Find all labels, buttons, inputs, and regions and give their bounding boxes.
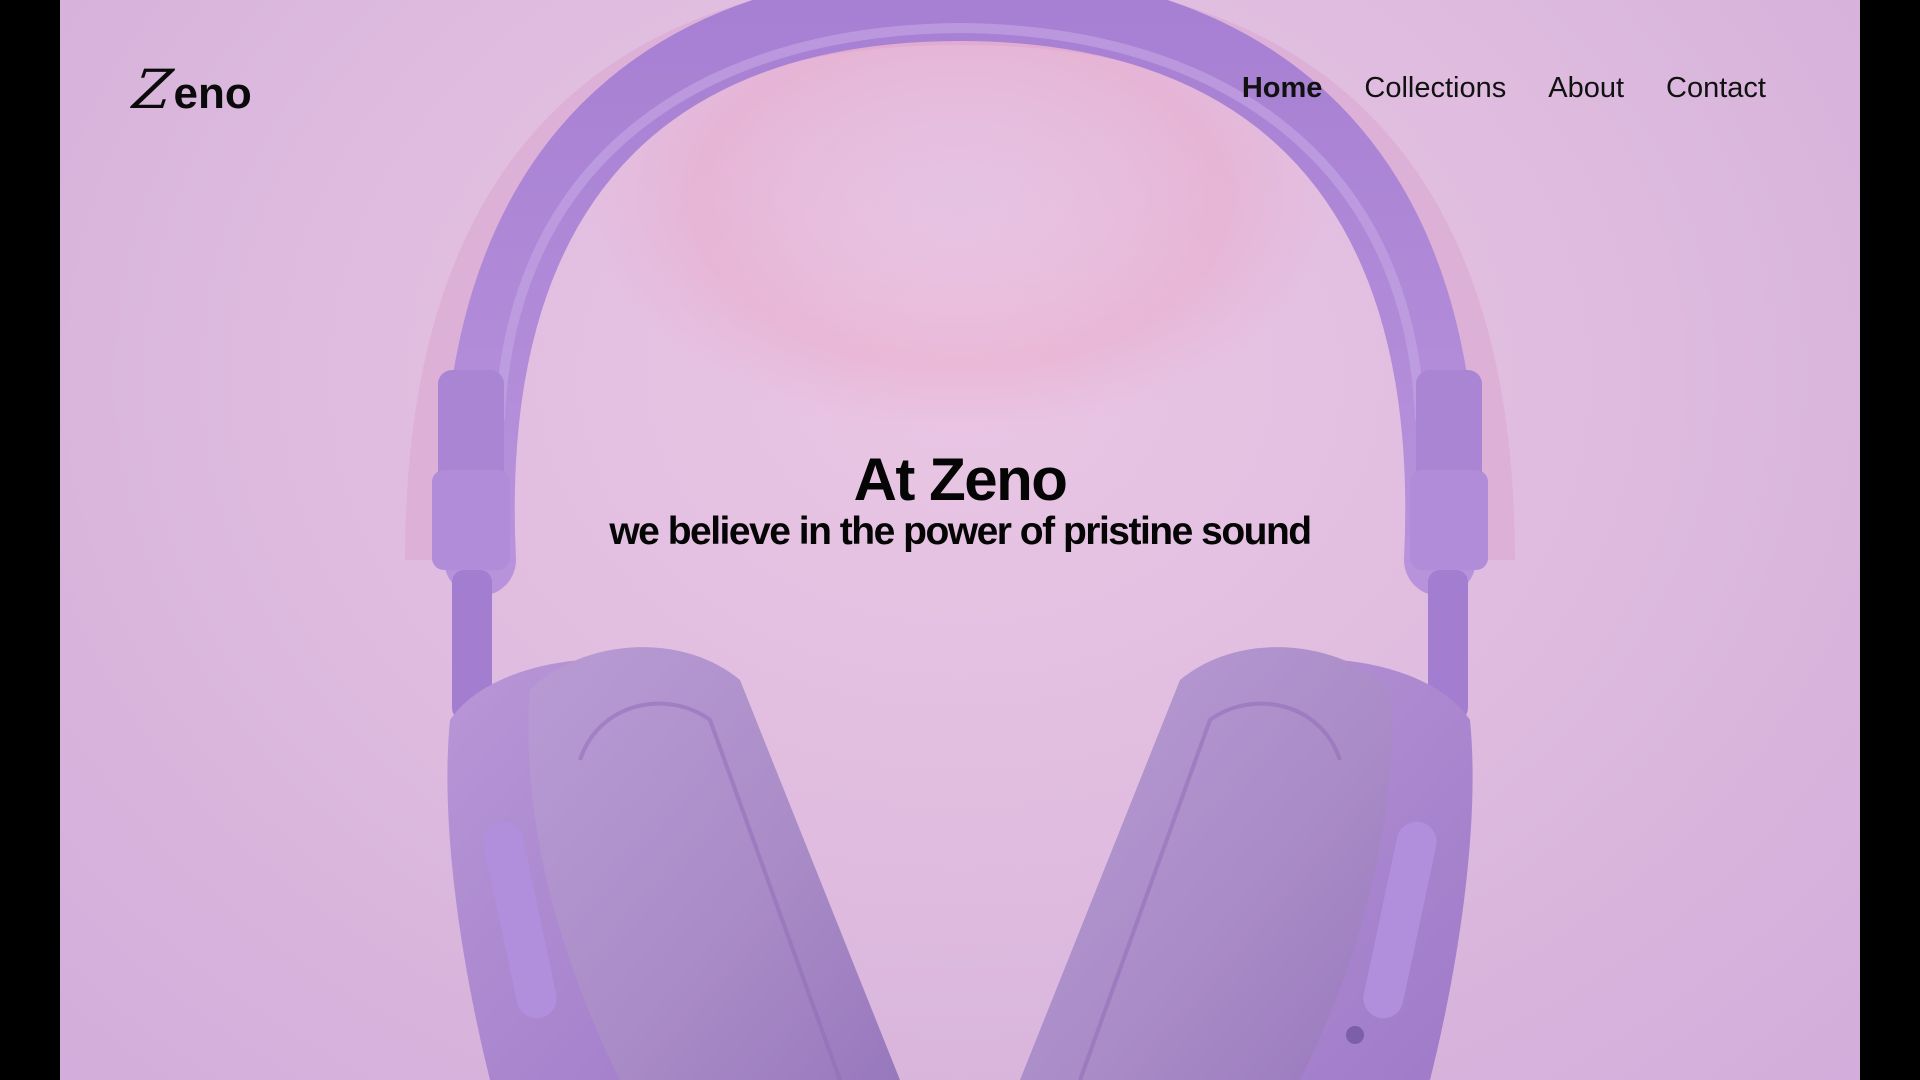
hero-section: Zeno Home Collections About Contact At Z… xyxy=(60,0,1860,1080)
nav-link-about[interactable]: About xyxy=(1548,72,1624,105)
logo-letter: Z xyxy=(129,58,176,121)
nav-link-contact[interactable]: Contact xyxy=(1666,72,1766,105)
nav-link-home[interactable]: Home xyxy=(1242,72,1323,105)
brand-logo[interactable]: Zeno xyxy=(130,58,252,121)
top-navigation: Zeno Home Collections About Contact xyxy=(60,0,1860,180)
nav-menu: Home Collections About Contact xyxy=(1242,72,1766,105)
logo-text: eno xyxy=(173,69,252,118)
nav-link-collections[interactable]: Collections xyxy=(1364,72,1506,105)
hero-tagline: we believe in the power of pristine soun… xyxy=(609,510,1312,553)
hero-headline: At Zeno xyxy=(853,446,1068,513)
